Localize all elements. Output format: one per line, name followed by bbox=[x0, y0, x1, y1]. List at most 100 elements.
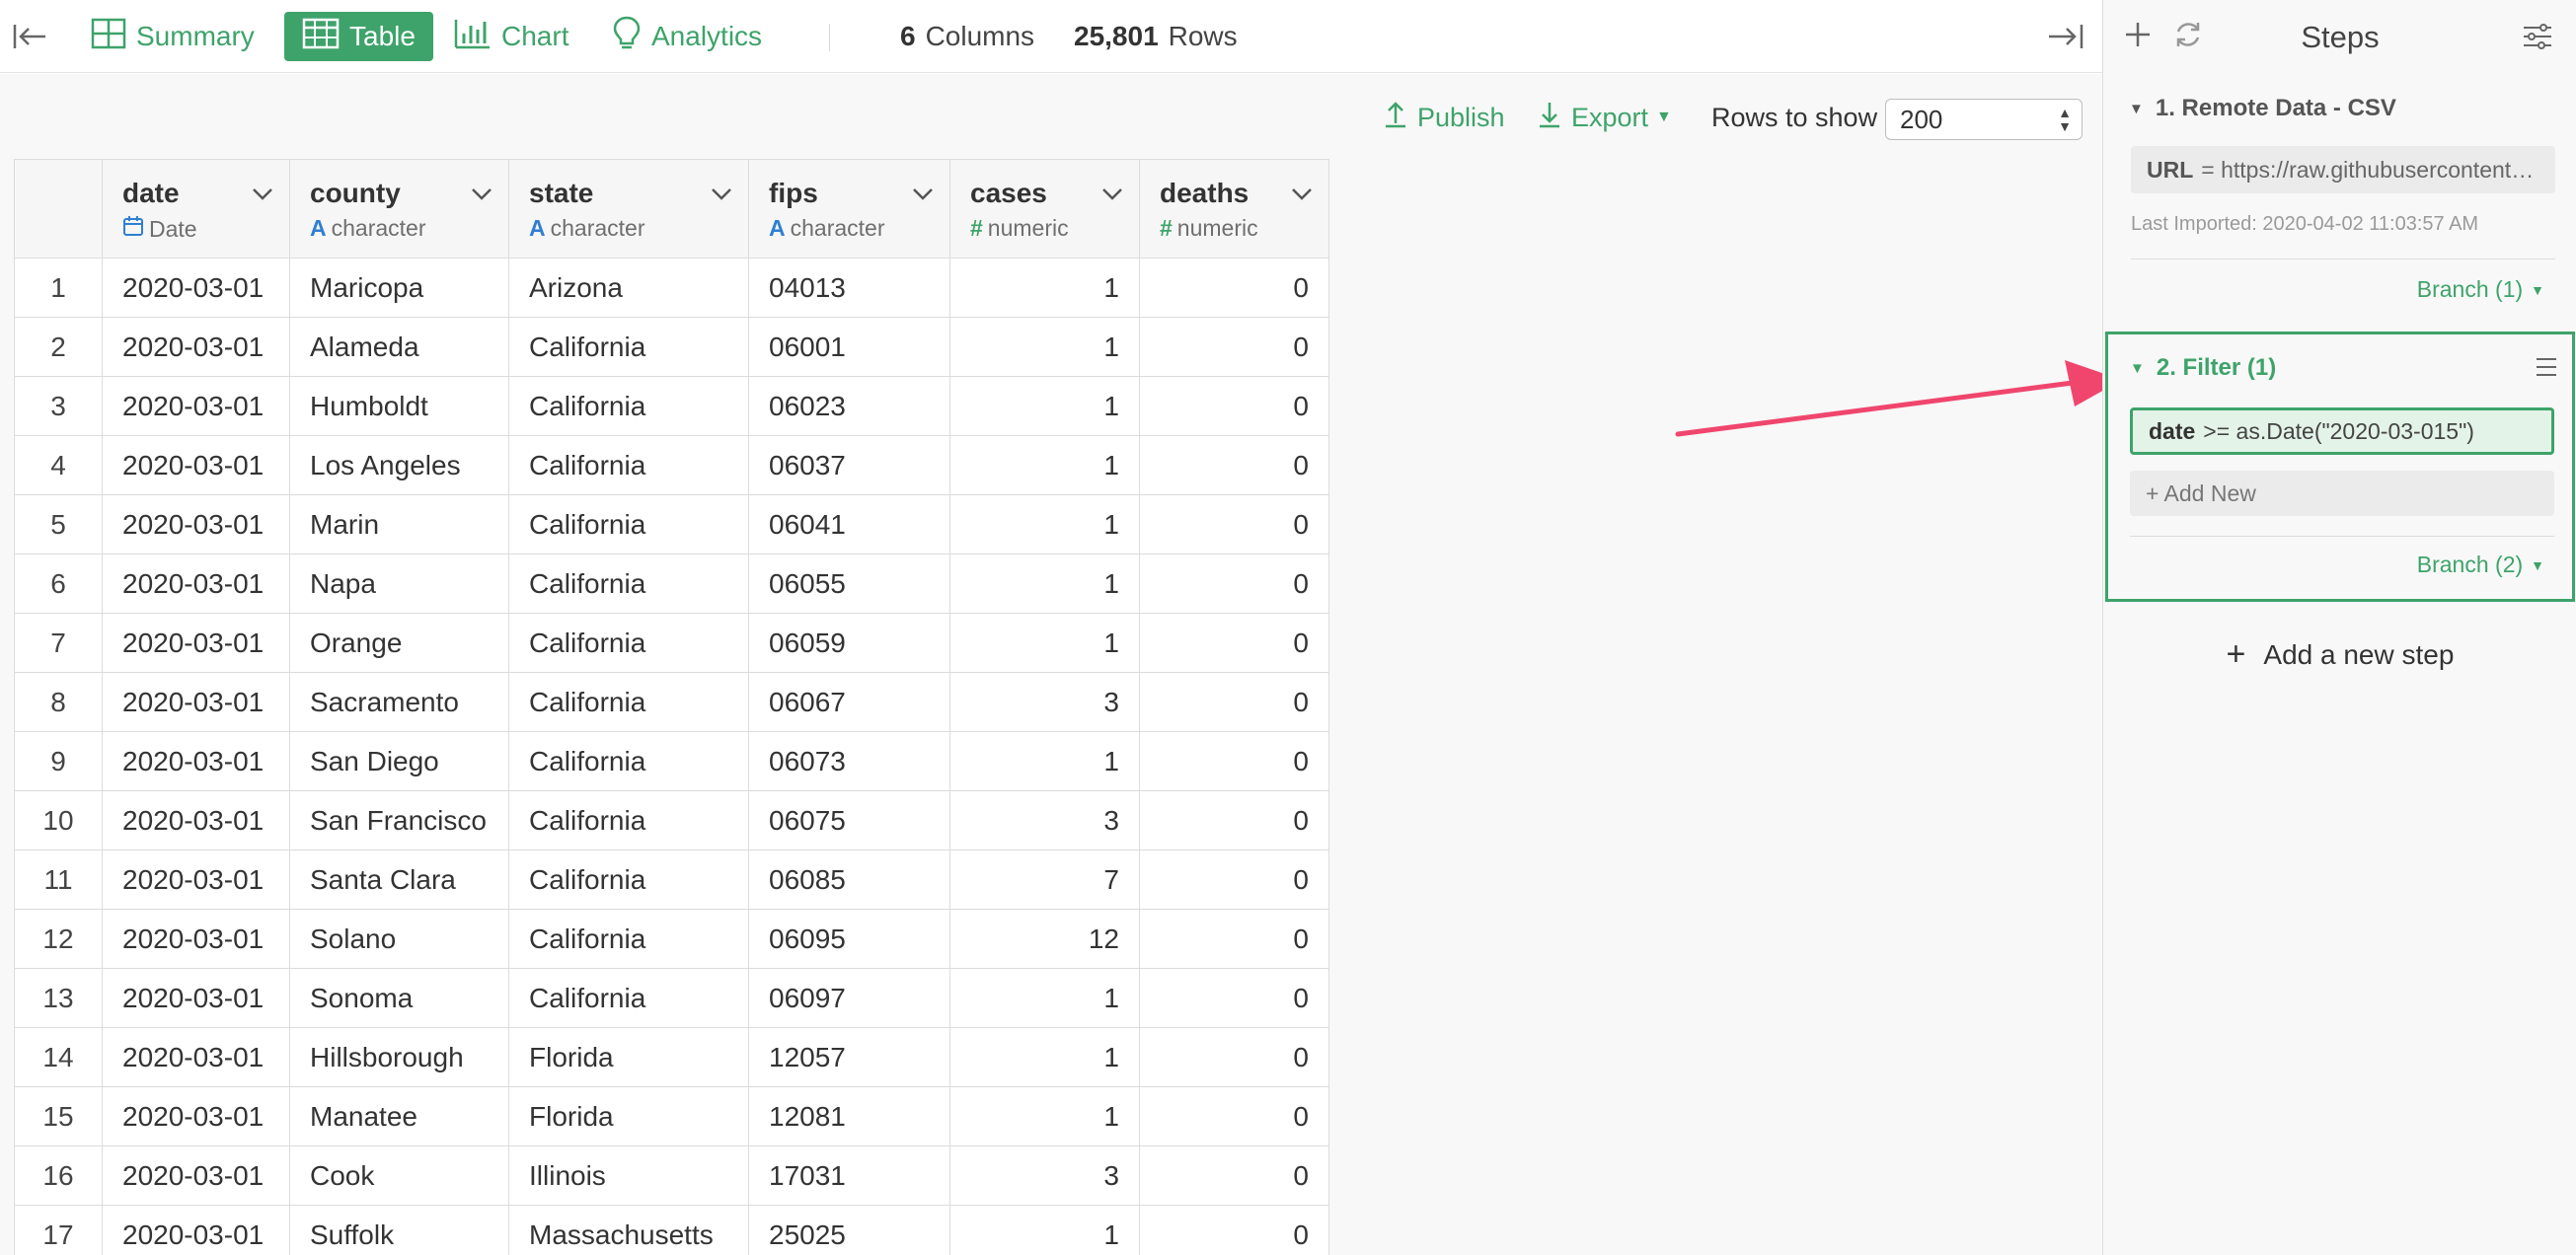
collapse-left-icon[interactable] bbox=[12, 22, 47, 56]
table-row[interactable]: 15 2020-03-01 Manatee Florida 12081 1 0 bbox=[14, 1086, 1329, 1146]
cell-row-index: 7 bbox=[14, 613, 103, 673]
table-row[interactable]: 1 2020-03-01 Maricopa Arizona 04013 1 0 bbox=[14, 258, 1329, 318]
cell-fips: 06073 bbox=[748, 731, 950, 791]
step-1-branch-button[interactable]: Branch (1) ▼ bbox=[2417, 276, 2544, 303]
cell-row-index: 12 bbox=[14, 909, 103, 969]
rows-to-show-select[interactable]: 200 ▲ ▼ bbox=[1885, 99, 2083, 140]
cell-fips: 06067 bbox=[748, 672, 950, 732]
column-header-date[interactable]: date Date bbox=[102, 159, 290, 258]
table-row[interactable]: 9 2020-03-01 San Diego California 06073 1 0 bbox=[14, 731, 1329, 791]
column-type: A character bbox=[529, 215, 728, 242]
columns-count: 6 Columns bbox=[900, 12, 1034, 61]
cell-county: Manatee bbox=[289, 1086, 509, 1146]
chevron-down-icon[interactable] bbox=[471, 187, 492, 206]
tab-analytics[interactable]: Analytics bbox=[612, 12, 762, 61]
cell-row-index: 6 bbox=[14, 554, 103, 614]
plus-icon: + bbox=[2226, 635, 2246, 673]
export-button[interactable]: Export ▼ bbox=[1538, 96, 1672, 139]
table-body: 1 2020-03-01 Maricopa Arizona 04013 1 0 2 2020-0… bbox=[14, 258, 1329, 1255]
step-2-filter-card[interactable]: ▼ 2. Filter (1) date >= as.Date("2020-03… bbox=[2105, 332, 2575, 602]
divider bbox=[2130, 536, 2554, 537]
cell-cases: 1 bbox=[949, 1027, 1140, 1087]
chevron-down-icon[interactable] bbox=[912, 187, 934, 206]
upload-icon bbox=[1384, 100, 1417, 136]
cell-cases: 1 bbox=[949, 376, 1140, 436]
branch-label: Branch (2) bbox=[2416, 552, 2524, 577]
cell-date: 2020-03-01 bbox=[102, 909, 290, 969]
cell-deaths: 0 bbox=[1139, 554, 1329, 614]
table-row[interactable]: 8 2020-03-01 Sacramento California 06067 3 0 bbox=[14, 672, 1329, 732]
cell-cases: 1 bbox=[949, 731, 1140, 791]
cell-fips: 06097 bbox=[748, 968, 950, 1028]
table-row[interactable]: 14 2020-03-01 Hillsborough Florida 12057 1 0 bbox=[14, 1027, 1329, 1087]
column-header-state[interactable]: state A character bbox=[508, 159, 749, 258]
add-new-condition-button[interactable]: + Add New bbox=[2130, 471, 2554, 516]
column-header-deaths[interactable]: deaths # numeric bbox=[1139, 159, 1329, 258]
cell-deaths: 0 bbox=[1139, 317, 1329, 377]
publish-button[interactable]: Publish bbox=[1384, 96, 1505, 139]
cell-county: Santa Clara bbox=[289, 849, 509, 910]
cell-county: Napa bbox=[289, 554, 509, 614]
chevron-down-icon[interactable] bbox=[1101, 187, 1123, 206]
cell-county: Maricopa bbox=[289, 258, 509, 318]
table-row[interactable]: 12 2020-03-01 Solano California 06095 12 0 bbox=[14, 909, 1329, 969]
chevron-down-icon[interactable] bbox=[252, 187, 273, 206]
cell-row-index: 10 bbox=[14, 790, 103, 850]
cell-cases: 1 bbox=[949, 554, 1140, 614]
bar-chart-icon bbox=[454, 18, 501, 56]
add-new-step-button[interactable]: + Add a new step bbox=[2103, 635, 2576, 674]
cell-deaths: 0 bbox=[1139, 376, 1329, 436]
cell-cases: 1 bbox=[949, 1086, 1140, 1146]
column-header-county[interactable]: county A character bbox=[289, 159, 509, 258]
table-row[interactable]: 6 2020-03-01 Napa California 06055 1 0 bbox=[14, 554, 1329, 614]
cell-state: California bbox=[508, 554, 749, 614]
cell-deaths: 0 bbox=[1139, 909, 1329, 969]
tab-table[interactable]: Table bbox=[284, 12, 433, 61]
chevron-down-icon[interactable] bbox=[1291, 187, 1313, 206]
table-row[interactable]: 2 2020-03-01 Alameda California 06001 1 0 bbox=[14, 317, 1329, 377]
cell-row-index: 4 bbox=[14, 435, 103, 495]
cell-deaths: 0 bbox=[1139, 1086, 1329, 1146]
column-type-label: numeric bbox=[987, 215, 1069, 241]
numeric-type-icon: # bbox=[970, 215, 983, 241]
condition-key: date bbox=[2149, 417, 2196, 444]
tab-chart[interactable]: Chart bbox=[454, 12, 568, 61]
sliders-icon[interactable] bbox=[2522, 24, 2553, 54]
cell-deaths: 0 bbox=[1139, 672, 1329, 732]
column-header-cases[interactable]: cases # numeric bbox=[949, 159, 1140, 258]
table-row[interactable]: 11 2020-03-01 Santa Clara California 06085 7 0 bbox=[14, 849, 1329, 910]
column-header-fips[interactable]: fips A character bbox=[748, 159, 950, 258]
download-icon bbox=[1538, 100, 1571, 136]
table-row[interactable]: 4 2020-03-01 Los Angeles California 06037 1 0 bbox=[14, 435, 1329, 495]
cell-fips: 04013 bbox=[748, 258, 950, 318]
step-2-title[interactable]: ▼ 2. Filter (1) bbox=[2130, 354, 2276, 382]
grid-icon bbox=[91, 18, 136, 56]
step-2-branch-button[interactable]: Branch (2) ▼ bbox=[2417, 552, 2544, 578]
column-type-label: numeric bbox=[1176, 215, 1258, 241]
cell-state: Arizona bbox=[508, 258, 749, 318]
table-area: date Date county A character state A cha… bbox=[0, 159, 2102, 1255]
expand-right-icon[interactable] bbox=[2047, 22, 2084, 56]
cell-row-index: 2 bbox=[14, 317, 103, 377]
caret-down-icon: ▼ bbox=[2129, 100, 2144, 117]
toolbar-divider bbox=[829, 24, 830, 51]
step-1-title[interactable]: ▼ 1. Remote Data - CSV bbox=[2129, 95, 2396, 122]
step-1-url[interactable]: URL = https://raw.githubusercontent.com/… bbox=[2131, 146, 2555, 193]
hamburger-menu-icon[interactable] bbox=[2535, 356, 2558, 383]
chevron-down-icon[interactable] bbox=[711, 187, 732, 206]
url-value: = https://raw.githubusercontent.com/nyti… bbox=[2201, 156, 2539, 183]
filter-condition[interactable]: date >= as.Date("2020-03-015") bbox=[2130, 407, 2554, 455]
table-row[interactable]: 3 2020-03-01 Humboldt California 06023 1 0 bbox=[14, 376, 1329, 436]
cell-county: Sacramento bbox=[289, 672, 509, 732]
cell-county: Solano bbox=[289, 909, 509, 969]
table-row[interactable]: 13 2020-03-01 Sonoma California 06097 1 0 bbox=[14, 968, 1329, 1028]
table-row[interactable]: 7 2020-03-01 Orange California 06059 1 0 bbox=[14, 613, 1329, 673]
cell-row-index: 11 bbox=[14, 849, 103, 910]
cell-row-index: 5 bbox=[14, 494, 103, 554]
column-type-label: character bbox=[550, 215, 645, 241]
table-row[interactable]: 5 2020-03-01 Marin California 06041 1 0 bbox=[14, 494, 1329, 554]
table-row[interactable]: 10 2020-03-01 San Francisco California 06075… bbox=[14, 790, 1329, 850]
table-row[interactable]: 17 2020-03-01 Suffolk Massachusetts 25025 1 0 bbox=[14, 1205, 1329, 1255]
table-row[interactable]: 16 2020-03-01 Cook Illinois 17031 3 0 bbox=[14, 1145, 1329, 1206]
tab-summary[interactable]: Summary bbox=[91, 12, 255, 61]
